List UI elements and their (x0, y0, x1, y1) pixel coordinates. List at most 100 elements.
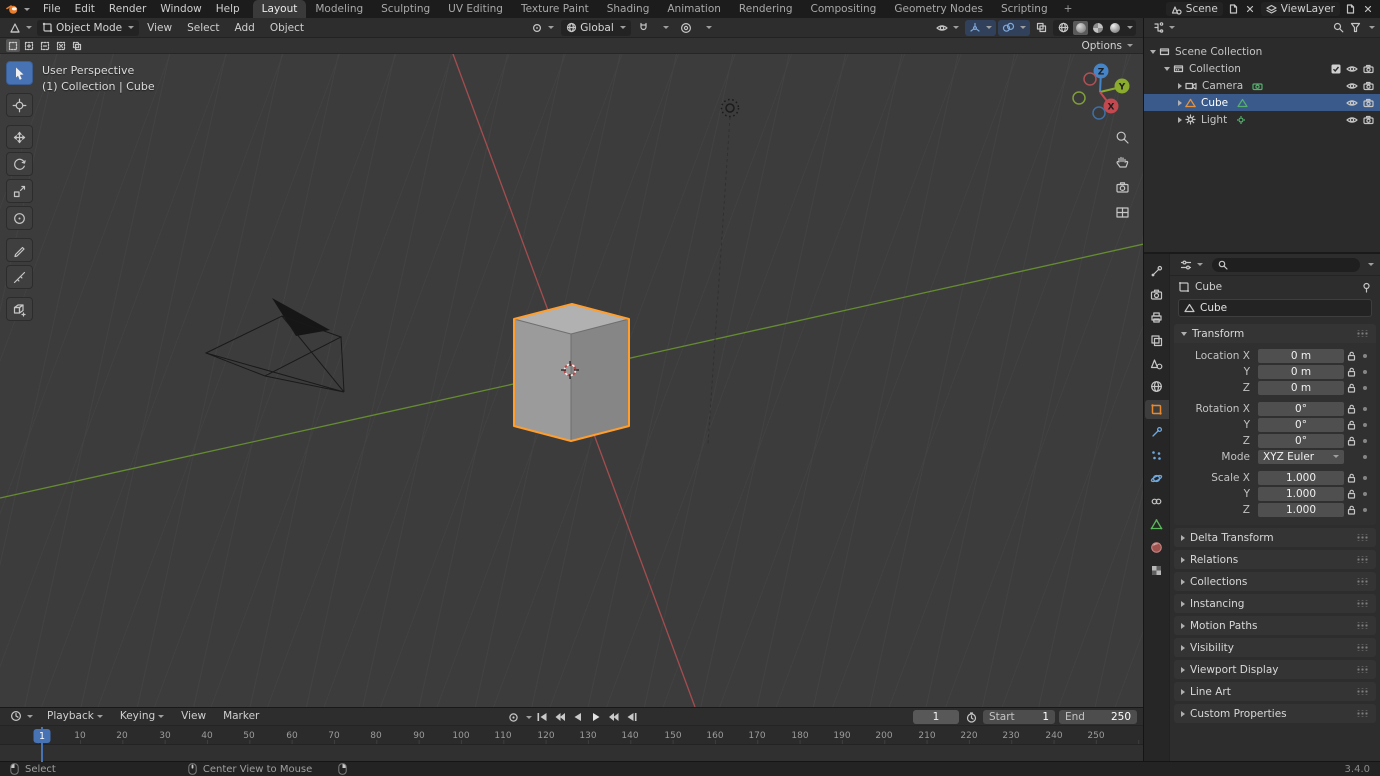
play-button[interactable] (588, 710, 604, 724)
tab-view-layer-properties[interactable] (1145, 331, 1169, 350)
menu-edit[interactable]: Edit (68, 0, 102, 18)
workspace-tab-shading[interactable]: Shading (598, 0, 659, 18)
options-dropdown[interactable]: Options (1077, 38, 1137, 54)
disable-render-icon[interactable] (1363, 64, 1374, 74)
snap-settings-dropdown[interactable] (656, 20, 673, 36)
panel-drag-handle[interactable] (1356, 644, 1369, 651)
outliner-search-button[interactable] (1332, 21, 1345, 34)
hide-eye-icon[interactable] (1346, 98, 1358, 108)
workspace-tab-compositing[interactable]: Compositing (802, 0, 886, 18)
outliner-editor-dropdown[interactable] (1149, 20, 1179, 36)
play-reverse-button[interactable] (570, 710, 586, 724)
transform-orientation-dropdown[interactable]: Global (561, 19, 631, 36)
workspace-tab-modeling[interactable]: Modeling (306, 0, 372, 18)
unlink-scene-button[interactable] (1244, 3, 1257, 16)
rotation-y-field[interactable]: 0° (1258, 417, 1344, 432)
tab-render-properties[interactable] (1145, 285, 1169, 304)
workspace-tab-layout[interactable]: Layout (252, 0, 307, 18)
select-mode-subtract-button[interactable] (38, 39, 52, 52)
tool-measure[interactable] (6, 265, 33, 289)
menu-view[interactable]: View (140, 22, 179, 34)
exclude-checkbox[interactable] (1331, 64, 1341, 74)
animate-dot-icon[interactable] (1362, 475, 1367, 480)
frame-end-field[interactable]: End 250 (1059, 710, 1137, 724)
cube-object[interactable] (513, 303, 630, 442)
xray-toggle-button[interactable] (1032, 20, 1051, 36)
panel-motion-paths[interactable]: Motion Paths (1174, 616, 1376, 635)
timeline-editor-dropdown[interactable] (6, 708, 37, 724)
view-layer-selector[interactable]: ViewLayer (1260, 2, 1340, 16)
outliner-row-light[interactable]: Light (1144, 111, 1380, 128)
show-gizmo-dropdown[interactable] (965, 19, 996, 36)
select-mode-extend-button[interactable] (22, 39, 36, 52)
current-frame-marker[interactable]: 1 (33, 729, 51, 743)
scene-canvas[interactable] (0, 54, 1143, 707)
outliner-row-collection[interactable]: Collection (1144, 60, 1380, 77)
panel-drag-handle[interactable] (1356, 688, 1369, 695)
lock-icon[interactable] (1347, 436, 1356, 446)
jump-to-end-button[interactable] (624, 710, 640, 724)
menu-marker[interactable]: Marker (216, 710, 266, 722)
lock-icon[interactable] (1347, 351, 1356, 361)
properties-search-input[interactable] (1212, 257, 1360, 272)
camera-view-button[interactable] (1113, 178, 1131, 196)
lock-icon[interactable] (1347, 404, 1356, 414)
workspace-tab-rendering[interactable]: Rendering (730, 0, 802, 18)
mode-dropdown[interactable]: Object Mode (37, 19, 140, 36)
lock-icon[interactable] (1347, 367, 1356, 377)
timeline-ruler[interactable]: 10 20 30 40 50 60 70 80 90 100 110 120 1… (0, 725, 1143, 746)
scale-z-field[interactable]: 1.000 (1258, 502, 1344, 517)
tab-constraint-properties[interactable] (1145, 492, 1169, 511)
workspace-tab-geometry-nodes[interactable]: Geometry Nodes (885, 0, 992, 18)
menu-object[interactable]: Object (263, 22, 311, 34)
lock-icon[interactable] (1347, 505, 1356, 515)
tab-object-properties[interactable] (1144, 400, 1169, 419)
remove-view-layer-button[interactable] (1361, 3, 1374, 16)
expand-icon[interactable] (1178, 99, 1182, 106)
location-z-field[interactable]: 0 m (1258, 380, 1344, 395)
tab-material-properties[interactable] (1145, 538, 1169, 557)
light-object[interactable] (720, 98, 740, 118)
menu-keying[interactable]: Keying (113, 710, 171, 722)
tab-physics-properties[interactable] (1145, 469, 1169, 488)
rotation-x-field[interactable]: 0° (1258, 401, 1344, 416)
panel-visibility[interactable]: Visibility (1174, 638, 1376, 657)
select-mode-invert-button[interactable] (54, 39, 68, 52)
tab-output-properties[interactable] (1145, 308, 1169, 327)
shading-material-button[interactable] (1090, 21, 1105, 35)
workspace-tab-texture-paint[interactable]: Texture Paint (512, 0, 598, 18)
tab-modifier-properties[interactable] (1145, 423, 1169, 442)
animate-dot-icon[interactable] (1362, 491, 1367, 496)
animate-dot-icon[interactable] (1362, 369, 1367, 374)
animate-dot-icon[interactable] (1362, 353, 1367, 358)
timeline-track[interactable] (0, 745, 1143, 761)
menu-add[interactable]: Add (227, 22, 261, 34)
menu-file[interactable]: File (36, 0, 68, 18)
select-mode-intersect-button[interactable] (70, 39, 84, 52)
scale-y-field[interactable]: 1.000 (1258, 486, 1344, 501)
auto-keying-button[interactable] (505, 710, 521, 724)
lock-icon[interactable] (1347, 420, 1356, 430)
panel-collections[interactable]: Collections (1174, 572, 1376, 591)
disable-render-icon[interactable] (1363, 81, 1374, 91)
auto-keying-dropdown-icon[interactable] (526, 715, 532, 719)
menu-select[interactable]: Select (180, 22, 226, 34)
lock-icon[interactable] (1347, 489, 1356, 499)
menu-timeline-view[interactable]: View (174, 710, 213, 722)
panel-viewport-display[interactable]: Viewport Display (1174, 660, 1376, 679)
new-scene-button[interactable] (1227, 3, 1240, 16)
shading-solid-button[interactable] (1073, 20, 1088, 35)
tab-tool-properties[interactable] (1145, 262, 1169, 281)
panel-drag-handle[interactable] (1356, 534, 1369, 541)
tab-particle-properties[interactable] (1145, 446, 1169, 465)
panel-drag-handle[interactable] (1356, 622, 1369, 629)
gizmo-minus-x-axis[interactable] (1083, 72, 1097, 86)
location-y-field[interactable]: 0 m (1258, 364, 1344, 379)
workspace-tab-uv-editing[interactable]: UV Editing (439, 0, 512, 18)
previous-keyframe-button[interactable] (552, 710, 568, 724)
transform-panel-header[interactable]: Transform (1174, 324, 1376, 343)
panel-drag-handle[interactable] (1356, 578, 1369, 585)
lock-icon[interactable] (1347, 473, 1356, 483)
toggle-orthographic-button[interactable] (1113, 203, 1131, 221)
frame-start-field[interactable]: Start 1 (983, 710, 1055, 724)
